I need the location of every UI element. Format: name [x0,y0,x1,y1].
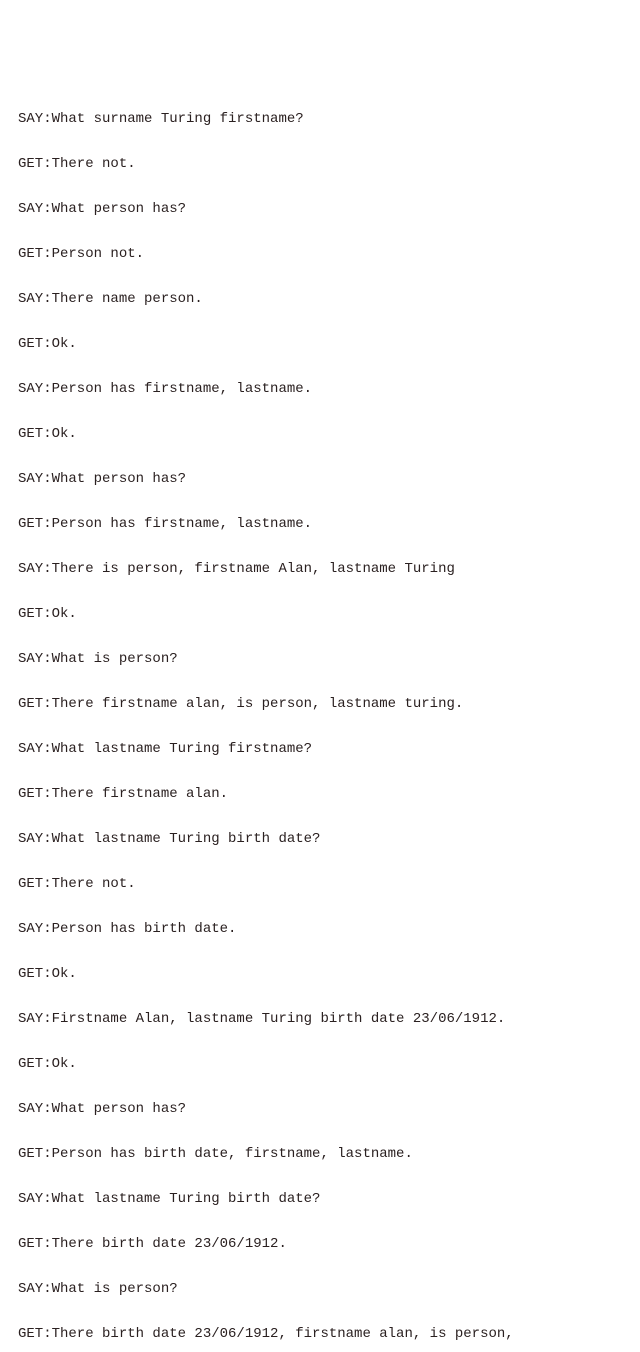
dialog-line: GET:Ok. [18,423,640,446]
dialog-line: GET:There not. [18,873,640,896]
dialog-line: SAY:Firstname Alan, lastname Turing birt… [18,1008,640,1031]
dialog-line: SAY:What lastname Turing birth date? [18,828,640,851]
dialog-line: SAY:Person has firstname, lastname. [18,378,640,401]
dialog-line: GET:There birth date 23/06/1912, firstna… [18,1323,640,1346]
dialog-line: SAY:There is person, firstname Alan, las… [18,558,640,581]
dialog-line: GET:There not. [18,153,640,176]
dialog-line: SAY:What person has? [18,1098,640,1121]
dialog-line: SAY:There name person. [18,288,640,311]
dialog-line: GET:Person has firstname, lastname. [18,513,640,536]
dialog-line: GET:There birth date 23/06/1912. [18,1233,640,1256]
dialog-line: SAY:What lastname Turing firstname? [18,738,640,761]
dialog-line: SAY:What person has? [18,468,640,491]
dialog-line: SAY:What is person? [18,648,640,671]
dialog-line: SAY:What is person? [18,1278,640,1301]
dialog-line: GET:Person has birth date, firstname, la… [18,1143,640,1166]
dialog-line: GET:Ok. [18,603,640,626]
dialog-line: GET:Ok. [18,963,640,986]
dialog-line: GET:Person not. [18,243,640,266]
dialog-line: SAY:Person has birth date. [18,918,640,941]
dialog-line: GET:There firstname alan. [18,783,640,806]
dialog-line: SAY:What surname Turing firstname? [18,108,640,131]
dialog-line: GET:Ok. [18,333,640,356]
dialog-line: GET:There firstname alan, is person, las… [18,693,640,716]
dialog-line: SAY:What lastname Turing birth date? [18,1188,640,1211]
dialog-line: GET:Ok. [18,1053,640,1076]
dialog-line: SAY:What person has? [18,198,640,221]
